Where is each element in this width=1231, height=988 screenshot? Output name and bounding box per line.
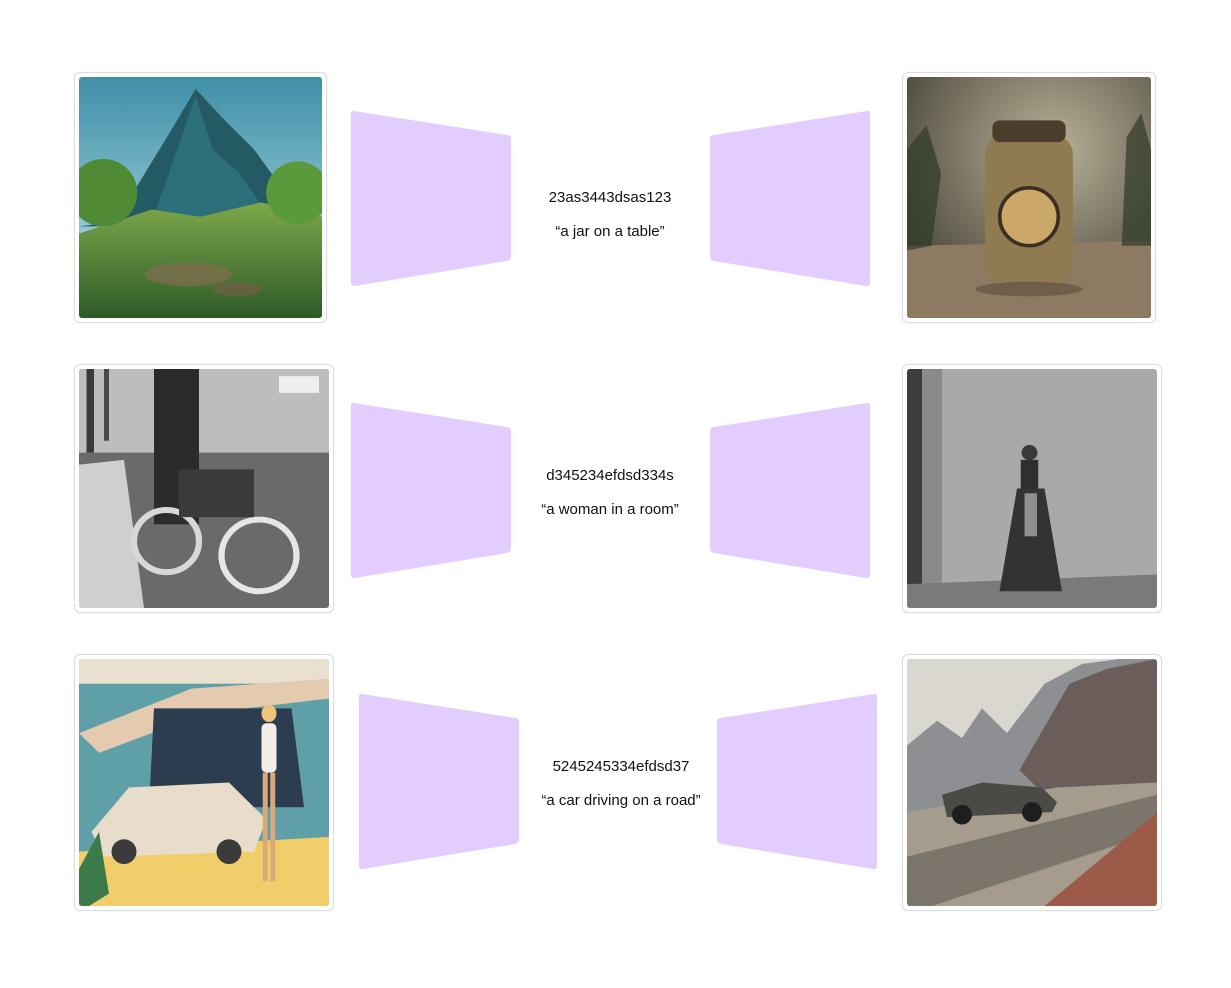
mountain-landscape-image: [79, 77, 322, 318]
input-image-card-1: [74, 72, 327, 323]
input-image-card-2: [74, 364, 334, 613]
jar-on-table-image: [907, 77, 1151, 318]
diagram: 23as3443dsas123 “a jar on a table” d3452…: [0, 0, 1231, 988]
output-image-card-3: [902, 654, 1162, 911]
encoder-block-2: [351, 402, 511, 579]
retro-car-and-woman-illustration: [79, 659, 329, 906]
latent-id: d345234efdsd334s: [546, 467, 674, 484]
prompt-text: “a woman in a room”: [541, 501, 679, 518]
encoder-block-1: [351, 110, 511, 287]
woman-in-room-photo: [907, 369, 1157, 608]
decoder-block-3: [717, 693, 877, 870]
prompt-text: “a car driving on a road”: [541, 792, 701, 809]
latent-id: 23as3443dsas123: [548, 189, 672, 206]
car-on-mountain-road-image: [907, 659, 1157, 906]
encoder-block-3: [359, 693, 519, 870]
output-image-card-1: [902, 72, 1156, 323]
output-image-card-2: [902, 364, 1162, 613]
decoder-block-2: [710, 402, 870, 579]
vintage-motorcycle-photo: [79, 369, 329, 608]
input-image-card-3: [74, 654, 334, 911]
decoder-block-1: [710, 110, 870, 287]
latent-id: 5245245334efdsd37: [552, 758, 690, 775]
prompt-text: “a jar on a table”: [555, 223, 665, 240]
